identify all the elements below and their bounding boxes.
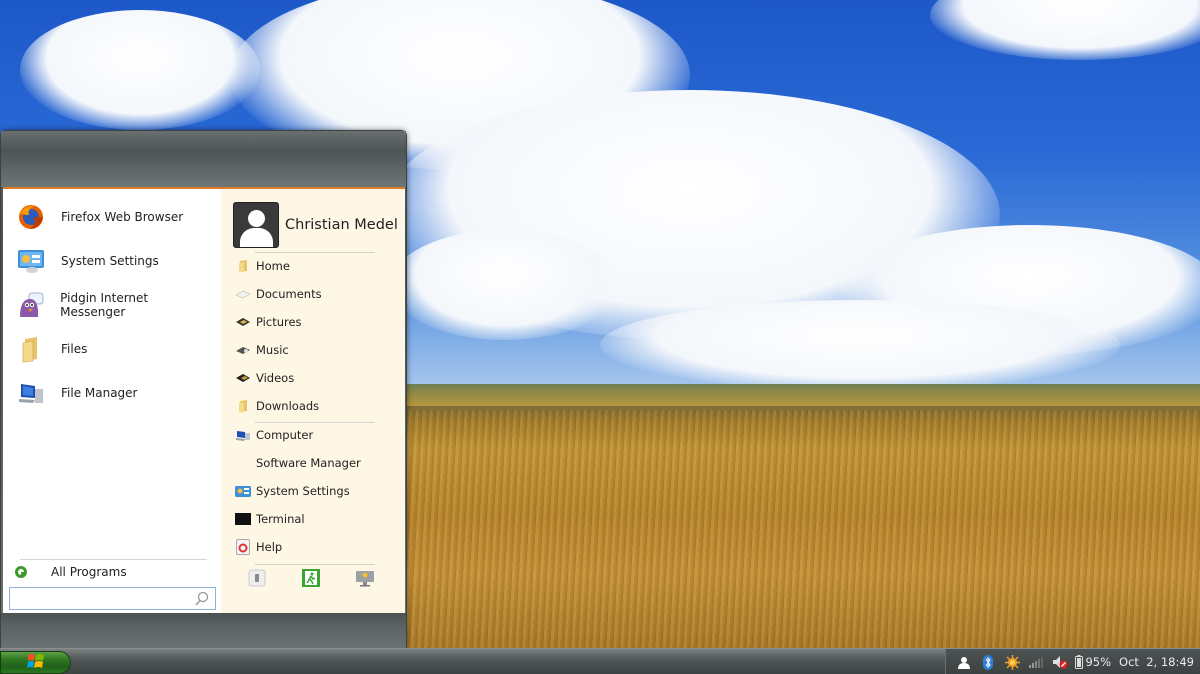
place-home[interactable]: Home <box>235 255 395 277</box>
separator <box>255 252 375 253</box>
folder-icon <box>15 333 47 365</box>
system-settings-icon <box>15 245 47 277</box>
search-box[interactable] <box>9 587 216 610</box>
search-icon[interactable] <box>193 590 211 608</box>
folder-icon <box>235 399 251 413</box>
start-menu-footer <box>1 613 406 649</box>
computer-icon <box>235 428 251 442</box>
start-menu: Firefox Web Browser System Settings Pidg… <box>0 130 407 649</box>
cloud <box>390 230 620 340</box>
app-label: Pidgin Internet Messenger <box>60 291 149 319</box>
places-pane: Christian Medel Home Documents Pictures … <box>221 189 405 613</box>
start-button[interactable] <box>0 651 71 674</box>
help-icon <box>235 539 251 555</box>
system-label: Terminal <box>256 512 305 526</box>
pidgin-icon <box>15 289 46 321</box>
system-terminal[interactable]: Terminal <box>235 508 395 530</box>
documents-icon <box>235 287 251 301</box>
videos-icon <box>235 371 251 385</box>
place-label: Downloads <box>256 399 320 413</box>
system-label: Computer <box>256 428 314 442</box>
lock-screen-button[interactable] <box>247 569 267 589</box>
arrow-right-icon <box>15 566 27 578</box>
system-software-manager[interactable]: Software Manager <box>235 452 395 474</box>
app-item-pidgin[interactable]: Pidgin Internet Messenger <box>13 285 213 325</box>
clock[interactable]: Oct 2, 18:49 <box>1119 655 1194 669</box>
app-label: Files <box>61 342 88 356</box>
app-item-files[interactable]: Files <box>13 329 213 369</box>
pictures-icon <box>235 315 251 329</box>
firefox-icon <box>15 201 47 233</box>
shutdown-button[interactable] <box>355 569 375 589</box>
place-videos[interactable]: Videos <box>235 367 395 389</box>
place-label: Music <box>256 343 289 357</box>
avatar[interactable] <box>233 202 279 248</box>
windows-logo-icon <box>26 653 45 673</box>
app-item-system-settings[interactable]: System Settings <box>13 241 213 281</box>
volume-muted-icon[interactable] <box>1051 653 1069 671</box>
start-menu-header <box>1 131 406 187</box>
folder-icon <box>235 259 251 273</box>
search-input[interactable] <box>10 588 193 609</box>
start-menu-body: Firefox Web Browser System Settings Pidg… <box>3 187 405 613</box>
separator <box>20 559 207 560</box>
place-music[interactable]: Music <box>235 339 395 361</box>
cloud <box>600 300 1120 390</box>
bluetooth-icon[interactable] <box>979 653 997 671</box>
user-info[interactable]: Christian Medel <box>233 201 403 249</box>
update-icon[interactable] <box>1003 653 1021 671</box>
software-manager-icon <box>235 456 251 470</box>
system-settings[interactable]: System Settings <box>235 480 395 502</box>
system-help[interactable]: Help <box>235 536 395 558</box>
monitor-icon <box>355 569 375 590</box>
system-tray: 95% Oct 2, 18:49 <box>945 649 1200 674</box>
place-label: Videos <box>256 371 295 385</box>
logout-button[interactable] <box>301 568 321 590</box>
place-label: Pictures <box>256 315 302 329</box>
pinned-apps-pane: Firefox Web Browser System Settings Pidg… <box>3 189 221 613</box>
user-icon[interactable] <box>955 653 973 671</box>
app-item-firefox[interactable]: Firefox Web Browser <box>13 197 213 237</box>
battery-icon[interactable] <box>1075 653 1084 671</box>
system-settings-icon <box>235 484 251 498</box>
taskbar: 95% Oct 2, 18:49 <box>0 648 1200 674</box>
system-computer[interactable]: Computer <box>235 424 395 446</box>
exit-icon <box>302 568 320 590</box>
app-label: File Manager <box>61 386 138 400</box>
computer-icon <box>15 377 47 409</box>
system-label: Software Manager <box>256 456 361 470</box>
place-label: Home <box>256 259 290 273</box>
battery-percent[interactable]: 95% <box>1085 655 1111 669</box>
system-label: Help <box>256 540 283 554</box>
app-label: System Settings <box>61 254 159 268</box>
music-icon <box>235 343 251 357</box>
separator <box>255 422 375 423</box>
all-programs-button[interactable]: All Programs <box>15 563 215 581</box>
cloud <box>20 10 260 130</box>
user-name: Christian Medel <box>285 217 398 233</box>
place-documents[interactable]: Documents <box>235 283 395 305</box>
separator <box>255 564 375 565</box>
system-label: System Settings <box>256 484 350 498</box>
place-label: Documents <box>256 287 322 301</box>
terminal-icon <box>235 512 251 526</box>
app-label: Firefox Web Browser <box>61 210 184 224</box>
place-downloads[interactable]: Downloads <box>235 395 395 417</box>
lock-icon <box>248 569 266 590</box>
place-pictures[interactable]: Pictures <box>235 311 395 333</box>
app-item-file-manager[interactable]: File Manager <box>13 373 213 413</box>
network-signal-icon[interactable] <box>1027 653 1045 671</box>
all-programs-label: All Programs <box>51 565 127 579</box>
